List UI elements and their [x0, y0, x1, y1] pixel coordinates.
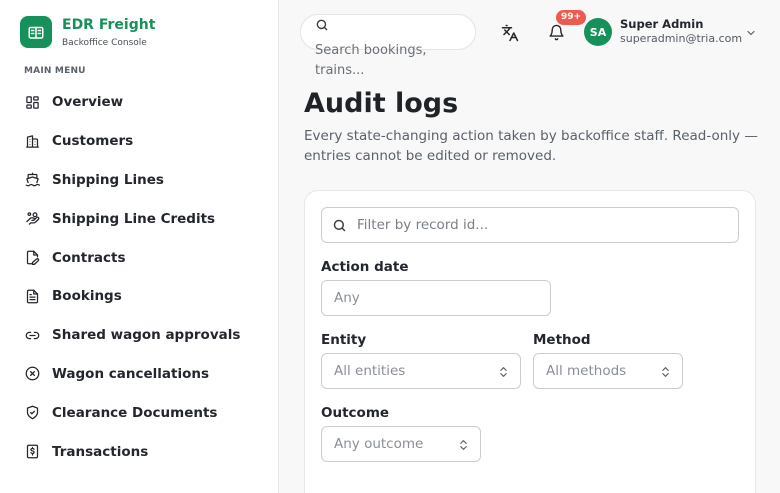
- sidebar-item-label: Overview: [52, 94, 124, 111]
- action-date-label: Action date: [321, 259, 409, 275]
- method-label: Method: [533, 332, 591, 348]
- receipt-dollar-icon: [24, 444, 40, 460]
- record-id-placeholder: Filter by record id...: [357, 217, 489, 233]
- action-date-placeholder: Any: [334, 290, 360, 306]
- sidebar-item-clearance-documents[interactable]: Clearance Documents: [24, 393, 240, 432]
- brand-subtitle: Backoffice Console: [62, 37, 147, 48]
- user-email: superadmin@tria.com: [620, 32, 743, 45]
- sidebar-item-label: Wagon cancellations: [52, 365, 210, 382]
- sidebar-item-label: Clearance Documents: [52, 404, 218, 421]
- sidebar-item-label: Transactions: [52, 443, 149, 460]
- sidebar-item-label: Bookings: [52, 288, 122, 305]
- sidebar-item-wagon-cancellations[interactable]: Wagon cancellations: [24, 355, 240, 394]
- link-icon: [24, 327, 40, 343]
- entity-label: Entity: [321, 332, 367, 348]
- search-icon: [315, 17, 329, 36]
- sidebar-item-customers[interactable]: Customers: [24, 122, 240, 161]
- brand-name: EDR Freight: [62, 16, 156, 33]
- notification-badge: 99+: [556, 10, 587, 25]
- chevrons-up-down-icon: [497, 364, 510, 383]
- search-icon: [332, 218, 347, 237]
- method-select[interactable]: All methods: [533, 353, 683, 389]
- sidebar: EDR Freight Backoffice Console MAIN MENU…: [0, 0, 279, 493]
- sidebar-item-shipping-lines[interactable]: Shipping Lines: [24, 161, 240, 200]
- file-text-icon: [24, 288, 40, 304]
- search-placeholder: Search bookings, trains...: [315, 43, 427, 78]
- sidebar-item-label: Contracts: [52, 249, 126, 266]
- hand-coins-icon: [24, 211, 40, 227]
- sidebar-item-overview[interactable]: Overview: [24, 83, 240, 122]
- building-icon: [24, 133, 40, 149]
- brand-logo-icon: [20, 16, 52, 48]
- outcome-select[interactable]: Any outcome: [321, 426, 481, 462]
- user-name: Super Admin: [620, 17, 704, 31]
- sidebar-item-contracts[interactable]: Contracts: [24, 238, 240, 277]
- action-date-input[interactable]: Any: [321, 280, 551, 316]
- chevron-down-icon[interactable]: [745, 24, 757, 43]
- sidebar-item-bookings[interactable]: Bookings: [24, 277, 240, 316]
- translate-icon[interactable]: [500, 23, 520, 43]
- main-menu: Overview Customers Shipping Lines Shippi…: [24, 83, 240, 471]
- x-circle-icon: [24, 366, 40, 382]
- page-description: Every state-changing action taken by bac…: [304, 128, 758, 164]
- record-id-filter-input[interactable]: Filter by record id...: [321, 207, 739, 243]
- brand[interactable]: EDR Freight Backoffice Console: [20, 16, 155, 48]
- outcome-label: Outcome: [321, 405, 390, 421]
- page-title: Audit logs: [304, 88, 459, 119]
- file-pen-icon: [24, 250, 40, 266]
- sidebar-item-shared-wagon-approvals[interactable]: Shared wagon approvals: [24, 316, 240, 355]
- chevrons-up-down-icon: [659, 364, 672, 383]
- sidebar-item-label: Shipping Lines: [52, 171, 164, 188]
- grid-icon: [24, 94, 40, 110]
- global-search-input[interactable]: Search bookings, trains...: [300, 14, 476, 78]
- outcome-value: Any outcome: [334, 436, 424, 452]
- sidebar-item-label: Customers: [52, 133, 134, 150]
- entity-select[interactable]: All entities: [321, 353, 521, 389]
- notification-bell-icon[interactable]: [546, 22, 566, 42]
- sidebar-item-label: Shared wagon approvals: [52, 327, 241, 344]
- entity-value: All entities: [334, 363, 406, 379]
- main-menu-heading: MAIN MENU: [24, 66, 86, 76]
- method-value: All methods: [546, 363, 627, 379]
- avatar[interactable]: SA: [584, 18, 612, 46]
- chevrons-up-down-icon: [457, 437, 470, 456]
- sidebar-item-transactions[interactable]: Transactions: [24, 432, 240, 471]
- sidebar-item-label: Shipping Line Credits: [52, 210, 216, 227]
- sidebar-item-shipping-line-credits[interactable]: Shipping Line Credits: [24, 199, 240, 238]
- ship-icon: [24, 172, 40, 188]
- shield-check-icon: [24, 405, 40, 421]
